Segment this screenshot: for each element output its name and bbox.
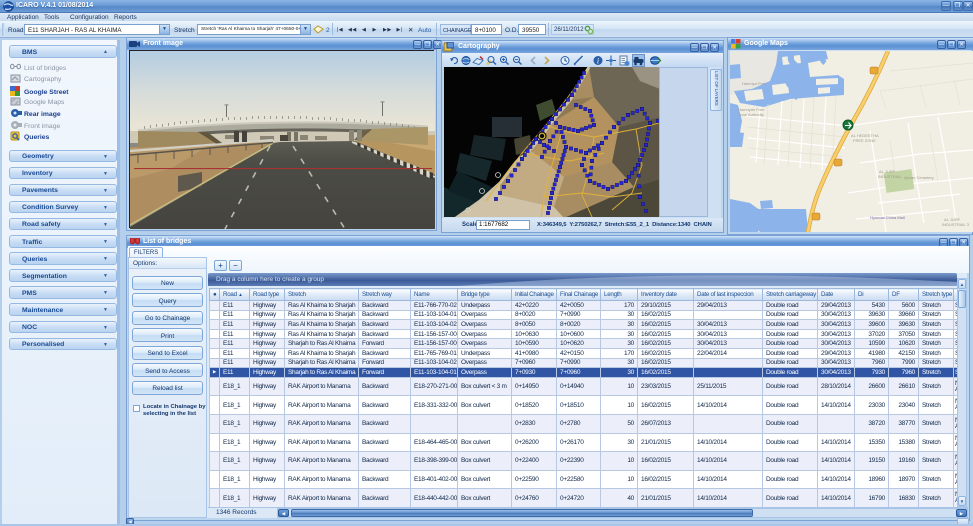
svg-text:INDUSTRIAL 3: INDUSTRIAL 3	[942, 222, 970, 227]
svg-text:Hamriya Port: Hamriya Port	[742, 81, 766, 86]
svg-text:Hyundai China Mall: Hyundai China Mall	[870, 215, 905, 220]
svg-text:Zone Authority: Zone Authority	[738, 112, 764, 117]
svg-text:Ajman Cemetery: Ajman Cemetery	[904, 175, 934, 180]
svg-text:i: i	[597, 57, 599, 66]
svg-text:FREE ZONE: FREE ZONE	[853, 138, 876, 143]
svg-text:INDUSTRIAL: INDUSTRIAL	[878, 174, 903, 179]
